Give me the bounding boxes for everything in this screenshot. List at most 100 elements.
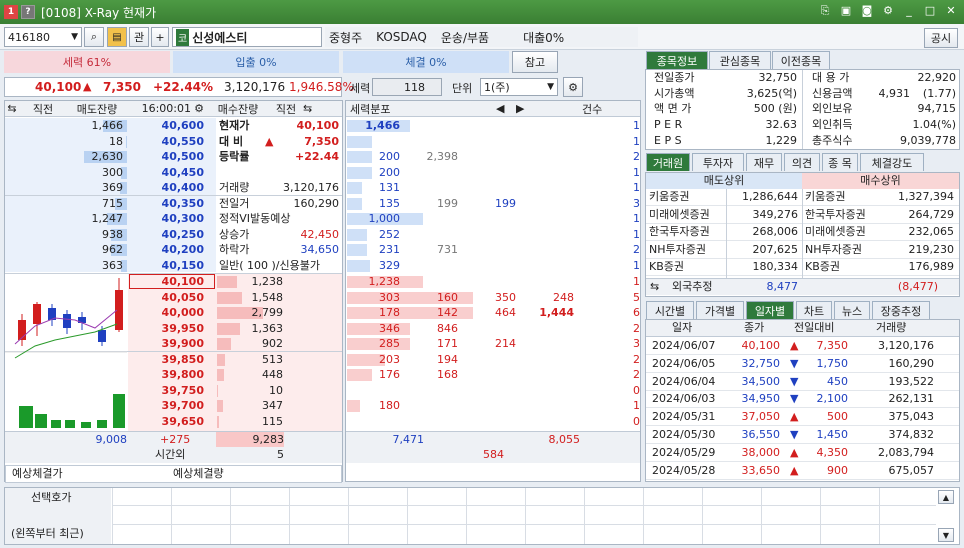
minimize-icon[interactable]: _ <box>902 4 916 18</box>
bid-price[interactable]: 39,850 <box>128 352 204 368</box>
gear-icon[interactable]: ⚙ <box>191 102 207 115</box>
tab-daily-0[interactable]: 시간별 <box>646 301 694 319</box>
dist-val-3 <box>466 165 516 181</box>
bid-price[interactable]: 39,800 <box>128 367 204 383</box>
ask-price[interactable]: 40,200 <box>128 242 204 258</box>
tab-broker-5[interactable]: 체결강도 <box>860 153 924 171</box>
tab-broker-0[interactable]: 거래원 <box>646 153 690 171</box>
sell-broker-name[interactable]: 미래에셋증권 <box>649 207 710 223</box>
arrow-right-icon[interactable]: ▶ <box>516 102 576 115</box>
bid-price[interactable]: 40,100 <box>128 274 204 290</box>
buy-broker-name[interactable]: 한국투자증권 <box>805 207 866 223</box>
bid-price[interactable]: 39,750 <box>128 383 204 399</box>
summary-label: E P S <box>654 133 682 147</box>
sell-broker-name[interactable]: KB증권 <box>649 259 684 275</box>
tab-daily-5[interactable]: 장중추정 <box>872 301 930 319</box>
tab-watchlist[interactable]: 관심종목 <box>709 51 771 69</box>
tab-daily-1[interactable]: 가격별 <box>696 301 744 319</box>
folder-icon: ▤ <box>112 31 122 43</box>
scroll-up-button[interactable]: ▲ <box>938 490 954 504</box>
dist-val-3 <box>466 149 516 165</box>
bid-price[interactable]: 40,000 <box>128 305 204 321</box>
stock-code-combo[interactable]: 416180 ▼ <box>4 27 82 47</box>
bid-price[interactable]: 39,650 <box>128 414 204 430</box>
dist-total-row: 7,471 8,055 <box>346 431 640 447</box>
ask-price[interactable]: 40,600 <box>128 118 204 134</box>
dist-count: 0 <box>633 414 640 428</box>
sell-broker-name[interactable]: NH투자증권 <box>649 242 706 258</box>
unit-label: 단위 <box>452 82 473 95</box>
help-icon[interactable]: ? <box>21 5 35 19</box>
buy-broker-name[interactable]: KB증권 <box>805 259 840 275</box>
ask-price[interactable]: 40,350 <box>128 196 204 212</box>
buy-broker-name[interactable]: 키움증권 <box>805 189 845 205</box>
bid-price[interactable]: 39,950 <box>128 321 204 337</box>
info-label: 거래량 <box>219 181 250 194</box>
tab-prev-stock[interactable]: 이전종목 <box>772 51 830 69</box>
tab-stock-info[interactable]: 종목정보 <box>646 51 708 69</box>
grid-line <box>820 488 821 544</box>
ask-qty-header: 매도잔량 <box>76 102 118 116</box>
ask-price[interactable]: 40,150 <box>128 258 204 274</box>
bid-price[interactable]: 39,900 <box>128 336 204 352</box>
settings-icon[interactable]: ⚙ <box>881 4 895 18</box>
reference-button[interactable]: 참고 <box>512 51 558 73</box>
maximize-icon[interactable]: □ <box>923 4 937 18</box>
tab-daily-4[interactable]: 뉴스 <box>834 301 870 319</box>
ask-price[interactable]: 40,500 <box>128 149 204 165</box>
settings-button[interactable]: ⚙ <box>563 77 583 97</box>
tab-daily-2[interactable]: 일자별 <box>746 301 794 319</box>
save-icon[interactable]: ▣ <box>839 4 853 18</box>
chevron-down-icon[interactable]: ▼ <box>71 32 81 42</box>
bid-price[interactable]: 39,700 <box>128 398 204 414</box>
sell-broker-name[interactable]: 한국투자증권 <box>649 224 710 240</box>
unit-select[interactable]: 1(주) ▼ <box>480 78 558 96</box>
link-icon[interactable]: ⎘ <box>818 4 832 18</box>
ask-price[interactable]: 40,550 <box>128 134 204 150</box>
ask-qty: 715 <box>102 196 123 210</box>
overtime-label: 시간외 <box>155 448 186 461</box>
close-icon[interactable]: ✕ <box>944 4 958 18</box>
arrow-left-icon[interactable]: ◀ <box>496 102 516 115</box>
info-value: 42,450 <box>300 227 340 241</box>
dist-val-2 <box>410 274 458 290</box>
bid-price[interactable]: 40,050 <box>128 290 204 306</box>
mini-candle-chart <box>5 278 127 428</box>
ask-price[interactable]: 40,300 <box>128 211 204 227</box>
swap-icon[interactable]: ⇆ <box>303 102 312 115</box>
notice-button[interactable]: 공시 <box>924 28 958 48</box>
search-button[interactable]: ⌕ <box>84 27 104 47</box>
favorite-button[interactable]: ▤ <box>107 27 127 47</box>
tab-broker-3[interactable]: 의견 <box>784 153 820 171</box>
buy-broker-name[interactable]: NH투자증권 <box>805 242 862 258</box>
tab-broker-1[interactable]: 투자자 <box>692 153 744 171</box>
info-value <box>262 165 339 181</box>
swap-icon[interactable]: ⇆ <box>5 102 19 115</box>
scroll-down-button[interactable]: ▼ <box>938 528 954 542</box>
bid-qty: 2,799 <box>251 306 284 319</box>
dist-val-3 <box>466 211 516 227</box>
dist-val-3 <box>466 118 516 134</box>
dist-count: 1 <box>633 227 640 241</box>
info-value: 160,290 <box>293 196 340 210</box>
buy-broker-name[interactable]: 미래에셋증권 <box>805 224 866 240</box>
dist-count: 1 <box>633 181 640 194</box>
sell-broker-name[interactable]: 키움증권 <box>649 189 689 205</box>
selected-quote-panel <box>4 487 960 545</box>
swap-icon[interactable]: ⇆ <box>650 279 659 295</box>
force-stepper[interactable]: 118 <box>372 78 442 96</box>
ask-price[interactable]: 40,450 <box>128 165 204 181</box>
dist-count: 0 <box>633 383 640 397</box>
dist-count: 1 <box>633 399 640 412</box>
tab-daily-3[interactable]: 차트 <box>796 301 832 319</box>
tab-broker-4[interactable]: 종 목 <box>822 153 858 171</box>
ask-price[interactable]: 40,250 <box>128 227 204 243</box>
gwan-button[interactable]: 관 <box>129 27 149 47</box>
capture-icon[interactable]: ◙ <box>860 4 874 18</box>
buy-broker-qty: 219,230 <box>908 242 955 256</box>
dist-val-3: 350 <box>495 290 516 304</box>
add-button[interactable]: + <box>151 27 169 47</box>
tab-broker-2[interactable]: 재무 <box>746 153 782 171</box>
ask-price[interactable]: 40,400 <box>128 180 204 196</box>
dist-val-3 <box>466 227 516 243</box>
